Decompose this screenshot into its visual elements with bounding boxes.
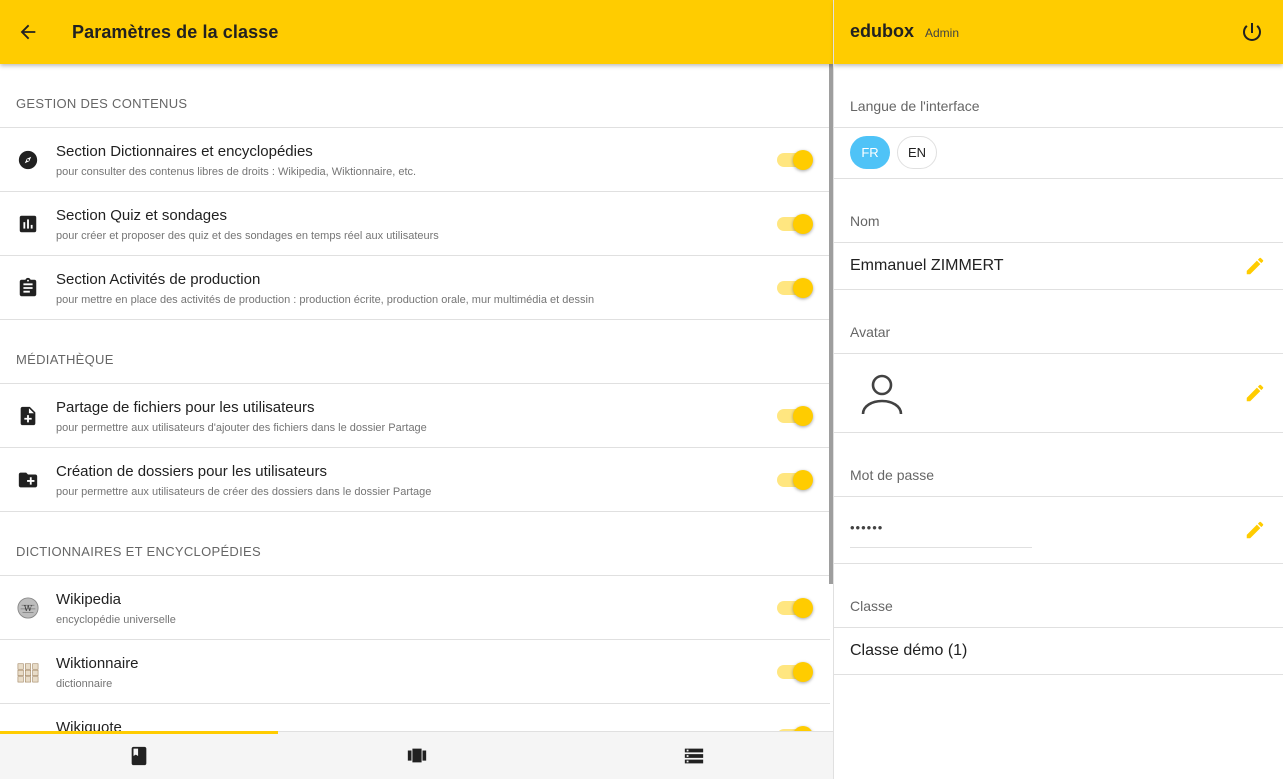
avatar-label: Avatar — [850, 324, 891, 340]
divider — [834, 178, 1283, 179]
arrow-left-icon — [20, 24, 36, 40]
divider — [834, 242, 1283, 243]
name-value: Emmanuel ZIMMERT — [850, 257, 1004, 274]
toggle-switch[interactable] — [777, 214, 813, 234]
left-app-bar: Paramètres de la classe — [0, 0, 833, 64]
divider — [834, 127, 1283, 128]
right-app-bar: edubox Admin — [834, 0, 1283, 64]
list-item-file-sharing: Partage de fichiers pour les utilisateur… — [0, 384, 830, 448]
item-title: Wikipedia — [56, 591, 122, 608]
list-item-wikipedia: W Wikipedia encyclopédie universelle — [0, 576, 830, 640]
bottom-navigation — [0, 731, 833, 779]
item-subtitle: pour créer et proposer des quiz et des s… — [56, 230, 439, 242]
toggle-thumb — [793, 150, 813, 170]
tab-book[interactable] — [0, 731, 278, 779]
file-add-icon — [16, 404, 40, 428]
item-subtitle: encyclopédie universelle — [56, 614, 176, 626]
divider — [834, 563, 1283, 564]
toggle-switch[interactable] — [777, 470, 813, 490]
tab-carousel[interactable] — [278, 732, 556, 779]
toggle-thumb — [793, 278, 813, 298]
item-subtitle: pour mettre en place des activités de pr… — [56, 294, 595, 306]
edit-name-button[interactable] — [1244, 255, 1266, 277]
item-subtitle: pour permettre aux utilisateurs de créer… — [56, 486, 432, 498]
divider — [834, 353, 1283, 354]
edit-avatar-button[interactable] — [1244, 382, 1266, 404]
name-label: Nom — [850, 213, 880, 229]
list-item-wikiquote: Wikiquote — [0, 704, 830, 732]
pane-divider — [833, 0, 834, 779]
class-settings-pane: Paramètres de la classe GESTION DES CONT… — [0, 0, 833, 779]
user-outline-icon — [861, 374, 903, 415]
section-header: GESTION DES CONTENUS — [0, 64, 830, 128]
power-icon — [1243, 23, 1261, 41]
wikipedia-globe-icon: W — [16, 596, 40, 620]
item-subtitle: pour consulter des contenus libres de dr… — [56, 166, 417, 178]
class-value: Classe démo (1) — [850, 642, 968, 659]
item-title: Section Activités de production — [56, 271, 261, 288]
class-label: Classe — [850, 598, 893, 614]
pencil-icon — [1246, 384, 1264, 402]
logout-button[interactable] — [1240, 20, 1264, 44]
compass-icon — [16, 148, 40, 172]
toggle-thumb — [793, 598, 813, 618]
section-header: DICTIONNAIRES ET ENCYCLOPÉDIES — [0, 512, 830, 576]
wiktionary-logo-icon — [16, 660, 40, 684]
section-header: MÉDIATHÈQUE — [0, 320, 830, 384]
book-icon — [131, 746, 147, 765]
item-title: Section Quiz et sondages — [56, 207, 227, 224]
item-title: Partage de fichiers pour les utilisateur… — [56, 399, 315, 416]
list-item-folder-creation: Création de dossiers pour les utilisateu… — [0, 448, 830, 512]
list-item-dictionaries-section: Section Dictionnaires et encyclopédies p… — [0, 128, 830, 192]
toggle-thumb — [793, 214, 813, 234]
toggle-switch[interactable] — [777, 662, 813, 682]
divider — [834, 627, 1283, 628]
user-role: Admin — [925, 26, 960, 40]
divider — [834, 432, 1283, 433]
language-chip-fr[interactable]: FR — [850, 136, 890, 169]
poll-icon — [16, 212, 40, 236]
divider — [834, 496, 1283, 497]
view-carousel-icon — [407, 748, 426, 762]
item-subtitle: dictionnaire — [56, 678, 113, 690]
divider — [834, 674, 1283, 675]
folder-add-icon — [16, 468, 40, 492]
brand-name: edubox — [850, 21, 915, 41]
password-underline — [850, 547, 1032, 548]
avatar — [858, 370, 906, 418]
list-item-quiz-section: Section Quiz et sondages pour créer et p… — [0, 192, 830, 256]
toggle-thumb — [793, 662, 813, 682]
item-subtitle: pour permettre aux utilisateurs d'ajoute… — [56, 422, 427, 434]
list-item-wiktionnaire: Wiktionnaire dictionnaire — [0, 640, 830, 704]
toggle-switch[interactable] — [777, 598, 813, 618]
clipboard-icon — [16, 276, 40, 300]
toggle-switch[interactable] — [777, 278, 813, 298]
item-title: Wiktionnaire — [56, 655, 139, 672]
list-item-production-section: Section Activités de production pour met… — [0, 256, 830, 320]
pencil-icon — [1246, 521, 1264, 539]
page-title: Paramètres de la classe — [72, 21, 279, 42]
language-chip-en[interactable]: EN — [897, 136, 937, 169]
app-root: Paramètres de la classe GESTION DES CONT… — [0, 0, 1283, 779]
item-title: Section Dictionnaires et encyclopédies — [56, 143, 313, 160]
item-title: Création de dossiers pour les utilisateu… — [56, 463, 327, 480]
password-field[interactable]: •••••• — [850, 520, 883, 535]
toggle-switch[interactable] — [777, 406, 813, 426]
toggle-thumb — [793, 406, 813, 426]
svg-text:W: W — [24, 603, 33, 613]
edit-password-button[interactable] — [1244, 519, 1266, 541]
toggle-thumb — [793, 470, 813, 490]
storage-icon — [685, 748, 704, 763]
profile-pane: edubox Admin Langue de l'interface FR EN… — [834, 0, 1283, 779]
password-label: Mot de passe — [850, 467, 935, 483]
tab-storage[interactable] — [555, 732, 833, 779]
settings-list[interactable]: GESTION DES CONTENUS Section Dictionnair… — [0, 64, 830, 732]
toggle-switch[interactable] — [777, 150, 813, 170]
divider — [834, 289, 1283, 290]
back-button[interactable] — [0, 0, 56, 64]
language-label: Langue de l'interface — [850, 98, 980, 114]
pencil-icon — [1246, 257, 1264, 275]
